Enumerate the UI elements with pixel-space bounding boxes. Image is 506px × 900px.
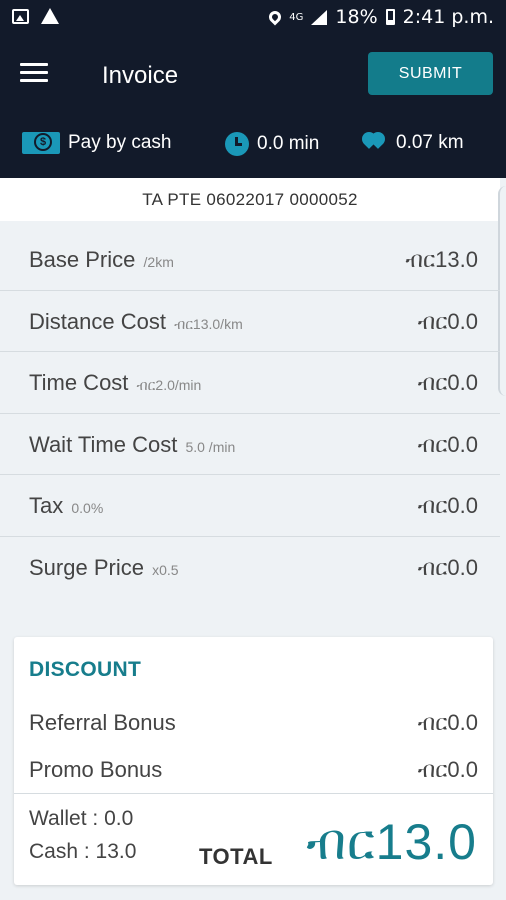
signal-icon — [311, 9, 328, 25]
cost-label: Surge Price — [29, 554, 144, 580]
clock-time: 2:41 p.m. — [402, 6, 494, 28]
cost-value: ብር0.0 — [417, 554, 478, 580]
referral-bonus-row: Referral Bonus ብር0.0 — [29, 710, 478, 736]
distance-icon — [359, 129, 388, 154]
warning-icon — [41, 8, 59, 24]
referral-bonus-label: Referral Bonus — [29, 710, 176, 735]
trip-distance: 0.07 km — [359, 129, 464, 154]
payment-method: Pay by cash — [22, 132, 172, 154]
referral-bonus-value: ብር0.0 — [417, 710, 478, 735]
cost-label: Base Price — [29, 247, 136, 272]
duration-value: 0.0 min — [257, 133, 320, 154]
menu-icon[interactable] — [20, 63, 48, 83]
promo-bonus-value: ብር0.0 — [417, 757, 478, 782]
app-bar: Invoice SUBMIT Pay by cash 0.0 min 0.07 … — [0, 36, 506, 178]
cost-label: Tax — [29, 493, 64, 518]
battery-percent: 18% — [335, 6, 378, 28]
payment-method-label: Pay by cash — [68, 132, 172, 153]
page-title: Invoice — [102, 62, 179, 89]
cost-value: ብር0.0 — [417, 431, 478, 457]
cost-rate: 5.0 /min — [185, 438, 236, 455]
total-label: TOTAL — [199, 844, 273, 869]
location-icon — [266, 8, 284, 26]
cost-row-surge: Surge Price x0.5 ብር0.0 — [0, 537, 500, 599]
cost-value: ብር0.0 — [417, 370, 478, 395]
status-bar: 4G 18% 2:41 p.m. — [0, 0, 506, 36]
cost-rate: ብር2.0/min — [136, 377, 202, 393]
network-type-label: 4G — [289, 11, 304, 23]
discount-card: DISCOUNT Referral Bonus ብር0.0 Promo Bonu… — [14, 637, 493, 885]
cash-amount: Cash : 13.0 — [29, 840, 137, 863]
cost-value: ብር0.0 — [417, 308, 478, 334]
cost-list: Base Price /2km ብር13.0 Distance Cost ብር1… — [0, 229, 500, 598]
battery-icon — [385, 9, 395, 25]
cost-value: ብር13.0 — [405, 247, 478, 272]
cost-label: Distance Cost — [29, 308, 166, 334]
invoice-reference: TA PTE 06022017 0000052 — [0, 178, 500, 221]
cost-row-distance: Distance Cost ብር13.0/km ብር0.0 — [0, 291, 500, 352]
submit-button[interactable]: SUBMIT — [368, 52, 493, 95]
promo-bonus-label: Promo Bonus — [29, 757, 163, 782]
trip-info-row: Pay by cash 0.0 min 0.07 km — [0, 129, 506, 162]
cost-rate: ብር13.0/km — [174, 315, 243, 332]
cost-row-wait-time: Wait Time Cost 5.0 /min ብር0.0 — [0, 414, 500, 475]
gallery-icon — [12, 8, 29, 24]
cost-rate: 0.0% — [71, 500, 104, 516]
wallet-amount: Wallet : 0.0 — [29, 807, 134, 830]
promo-bonus-row: Promo Bonus ብር0.0 — [29, 757, 478, 783]
cost-rate: x0.5 — [152, 561, 179, 578]
cost-row-time: Time Cost ብር2.0/min ብር0.0 — [0, 352, 500, 414]
cost-row-tax: Tax 0.0% ብር0.0 — [0, 475, 500, 537]
clock-icon — [225, 132, 249, 156]
cost-row-base-price: Base Price /2km ብር13.0 — [0, 229, 500, 291]
cost-rate: /2km — [143, 254, 174, 270]
discount-title: DISCOUNT — [29, 658, 142, 681]
cash-icon — [22, 132, 60, 154]
trip-duration: 0.0 min — [225, 132, 319, 156]
total-value: ብር13.0 — [306, 814, 477, 870]
distance-value: 0.07 km — [396, 132, 464, 153]
divider — [14, 793, 493, 794]
cost-value: ብር0.0 — [417, 493, 478, 518]
cost-label: Wait Time Cost — [29, 431, 178, 457]
cost-label: Time Cost — [29, 370, 129, 395]
